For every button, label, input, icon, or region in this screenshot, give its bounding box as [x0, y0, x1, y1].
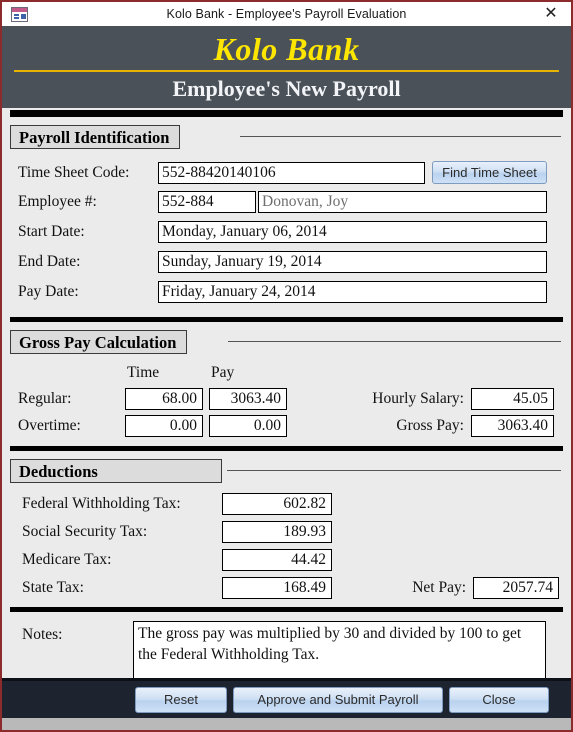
- net-pay-label: Net Pay:: [412, 579, 466, 597]
- start-date-input[interactable]: Monday, January 06, 2014: [158, 221, 547, 244]
- field-employee-number: Employee #: 552-884 Donovan, Joy: [18, 191, 547, 214]
- footer-bar: Reset Approve and Submit Payroll Close: [2, 678, 571, 730]
- gross-pay-label: Gross Pay:: [396, 417, 464, 435]
- approve-submit-payroll-button[interactable]: Approve and Submit Payroll: [233, 687, 443, 713]
- gross-pay-input[interactable]: 3063.40: [471, 415, 554, 438]
- employee-name-display: Donovan, Joy: [258, 191, 547, 214]
- footer-strip: [2, 718, 571, 730]
- state-tax-input[interactable]: 168.49: [222, 577, 332, 600]
- section-heading-deductions: Deductions: [10, 459, 222, 484]
- start-date-label: Start Date:: [18, 223, 85, 241]
- time-sheet-code-label: Time Sheet Code:: [18, 163, 130, 181]
- end-date-label: End Date:: [18, 253, 81, 271]
- title-bar: Kolo Bank - Employee's Payroll Evaluatio…: [2, 2, 571, 29]
- section-rule-deductions: [227, 470, 561, 472]
- row-overtime: Overtime: 0.00 0.00 Gross Pay: 3063.40: [18, 415, 554, 438]
- notes-label: Notes:: [22, 626, 63, 644]
- row-medicare-tax: Medicare Tax: 44.42: [22, 549, 332, 572]
- separator-deductions: [10, 446, 563, 452]
- net-pay-input[interactable]: 2057.74: [473, 577, 559, 600]
- row-regular: Regular: 68.00 3063.40 Hourly Salary: 45…: [18, 388, 554, 411]
- section-heading-gross-pay: Gross Pay Calculation: [10, 330, 188, 355]
- window-title: Kolo Bank - Employee's Payroll Evaluatio…: [166, 7, 407, 21]
- regular-pay-input[interactable]: 3063.40: [209, 388, 287, 411]
- form-subtitle: Employee's New Payroll: [172, 76, 401, 102]
- federal-withholding-tax-input[interactable]: 602.82: [222, 493, 332, 516]
- state-tax-label: State Tax:: [22, 579, 84, 597]
- close-icon[interactable]: ✕: [541, 4, 561, 23]
- hourly-salary-label: Hourly Salary:: [372, 390, 464, 408]
- column-header-time: Time: [127, 364, 160, 382]
- section-payroll-identification: Payroll Identification: [2, 125, 571, 150]
- pay-date-label: Pay Date:: [18, 283, 79, 301]
- close-button[interactable]: Close: [449, 687, 549, 713]
- pay-date-input[interactable]: Friday, January 24, 2014: [158, 281, 547, 304]
- regular-label: Regular:: [18, 390, 72, 408]
- row-social-security-tax: Social Security Tax: 189.93: [22, 521, 332, 544]
- brand-title: Kolo Bank: [213, 31, 360, 67]
- separator-top: [10, 110, 563, 118]
- employee-number-label: Employee #:: [18, 193, 97, 211]
- time-sheet-code-input[interactable]: 552-88420140106: [158, 161, 425, 184]
- row-federal-withholding-tax: Federal Withholding Tax: 602.82: [22, 493, 332, 516]
- section-heading-identification: Payroll Identification: [10, 125, 181, 150]
- find-time-sheet-button[interactable]: Find Time Sheet: [432, 161, 547, 185]
- field-time-sheet-code: Time Sheet Code: 552-88420140106 Find Ti…: [18, 161, 547, 185]
- field-pay-date: Pay Date: Friday, January 24, 2014: [18, 281, 547, 304]
- overtime-time-input[interactable]: 0.00: [125, 415, 203, 438]
- section-gross-pay-calculation: Gross Pay Calculation: [2, 330, 571, 355]
- separator-gross-pay: [10, 317, 563, 323]
- payroll-evaluation-window: Kolo Bank - Employee's Payroll Evaluatio…: [0, 0, 573, 732]
- section-rule-gross-pay: [228, 341, 561, 343]
- medicare-tax-label: Medicare Tax:: [22, 551, 112, 569]
- social-security-tax-input[interactable]: 189.93: [222, 521, 332, 544]
- overtime-label: Overtime:: [18, 417, 81, 435]
- section-rule: [240, 136, 561, 138]
- column-header-pay: Pay: [211, 364, 235, 382]
- reset-button[interactable]: Reset: [135, 687, 227, 713]
- hourly-salary-input[interactable]: 45.05: [471, 388, 554, 411]
- header-banner: Kolo Bank Employee's New Payroll: [2, 29, 571, 109]
- notes-textarea[interactable]: The gross pay was multiplied by 30 and d…: [133, 621, 546, 685]
- employee-number-input[interactable]: 552-884: [158, 191, 256, 214]
- row-state-tax: State Tax: 168.49 Net Pay: 2057.74: [22, 577, 559, 600]
- federal-withholding-tax-label: Federal Withholding Tax:: [22, 495, 181, 513]
- field-start-date: Start Date: Monday, January 06, 2014: [18, 221, 547, 244]
- end-date-input[interactable]: Sunday, January 19, 2014: [158, 251, 547, 274]
- regular-time-input[interactable]: 68.00: [125, 388, 203, 411]
- medicare-tax-input[interactable]: 44.42: [222, 549, 332, 572]
- overtime-pay-input[interactable]: 0.00: [209, 415, 287, 438]
- field-end-date: End Date: Sunday, January 19, 2014: [18, 251, 547, 274]
- social-security-tax-label: Social Security Tax:: [22, 523, 148, 541]
- section-deductions: Deductions: [2, 459, 571, 484]
- separator-notes: [10, 607, 563, 613]
